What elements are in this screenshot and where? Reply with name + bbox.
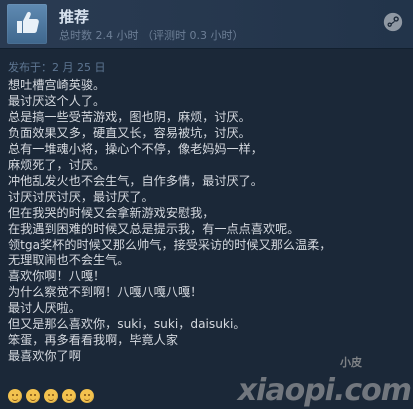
review-body: 想吐槽宫崎英骏。 最讨厌这个人了。 总是搞一些受苦游戏，图也阴，麻烦，讨厌。 负… xyxy=(8,78,332,364)
smiling-face-icon xyxy=(26,389,40,403)
smiling-face-icon xyxy=(44,389,58,403)
smiling-face-icon xyxy=(80,389,94,403)
watermark-main-text: xiaopi.com xyxy=(237,373,412,408)
thumbs-up-icon-box xyxy=(7,4,47,44)
recommendation-label: 推荐 xyxy=(59,8,90,26)
smiling-face-icon xyxy=(62,389,76,403)
steam-icon[interactable] xyxy=(383,12,403,32)
review-card: 推荐 总时数 2.4 小时 （评测时 0.3 小时） 发布于：2 月 25 日 … xyxy=(0,0,413,409)
smiling-face-icon xyxy=(8,389,22,403)
review-header: 推荐 总时数 2.4 小时 （评测时 0.3 小时） xyxy=(0,0,413,49)
emoji-row xyxy=(8,389,94,403)
watermark: 小皮 xiaopi.com xyxy=(238,356,412,406)
watermark-small-text: 小皮 xyxy=(340,356,362,369)
posted-date: 发布于：2 月 25 日 xyxy=(8,61,106,74)
playtime-text: 总时数 2.4 小时 （评测时 0.3 小时） xyxy=(59,29,244,42)
thumbs-up-icon xyxy=(17,11,39,33)
